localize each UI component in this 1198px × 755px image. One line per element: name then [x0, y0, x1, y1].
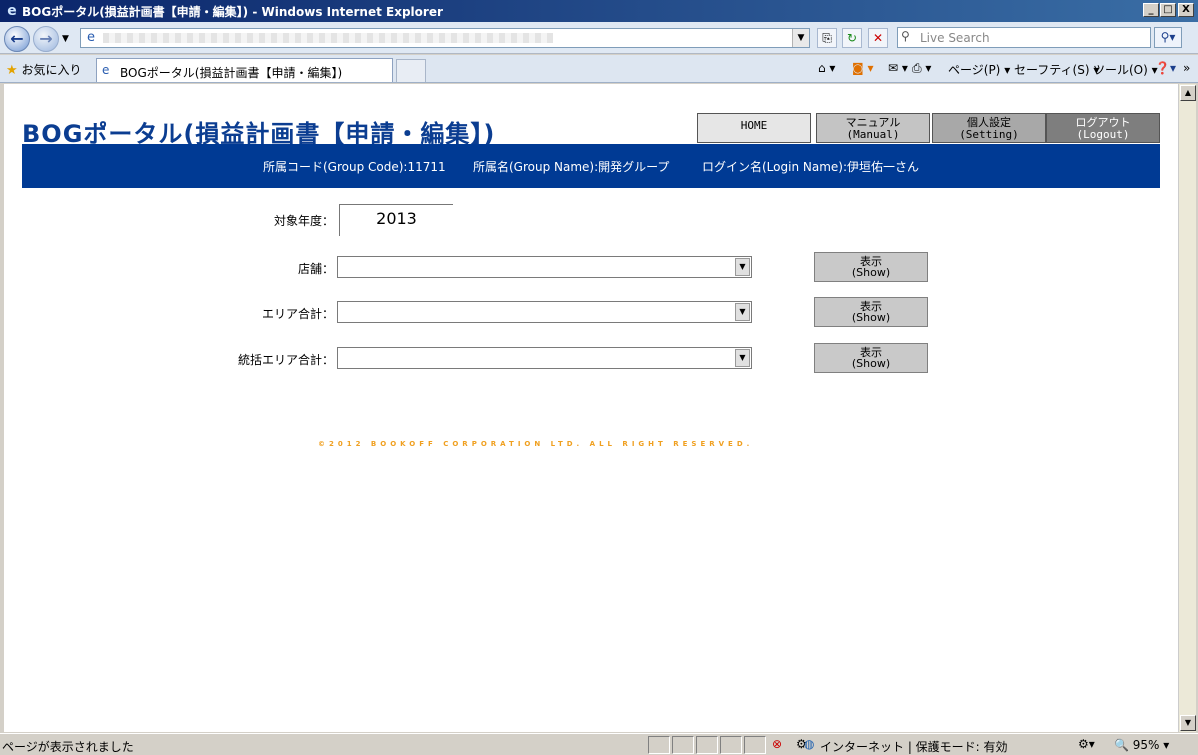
group-name: 所属名(Group Name):開発グループ	[473, 160, 670, 174]
ie-logo-icon: e	[7, 3, 17, 19]
nav-logout-button[interactable]: ログアウト (Logout)	[1046, 113, 1160, 143]
close-button[interactable]: X	[1178, 3, 1194, 17]
zoom-value: 95%	[1132, 738, 1160, 752]
address-dropdown-icon[interactable]: ▼	[792, 29, 809, 47]
year-label: 対象年度：	[273, 214, 334, 228]
stop-icon[interactable]: ✕	[868, 28, 888, 48]
minimize-button[interactable]: _	[1143, 3, 1159, 17]
back-button[interactable]: ←	[4, 26, 30, 52]
maximize-button[interactable]: □	[1160, 3, 1176, 17]
favorites-label: お気に入り	[21, 63, 82, 77]
group-code: 所属コード(Group Code):11711	[263, 160, 446, 174]
region-total-show-button[interactable]: 表示 (Show)	[814, 343, 928, 373]
page-icon: e	[87, 30, 95, 45]
mail-icon[interactable]: ✉ ▾	[888, 61, 908, 75]
store-show-button[interactable]: 表示 (Show)	[814, 252, 928, 282]
favorites-button[interactable]: ★ お気に入り	[6, 61, 82, 78]
nav-logout-sub: (Logout)	[1076, 128, 1130, 141]
address-bar[interactable]: e ▼	[80, 28, 810, 48]
year-value: 2013	[339, 204, 453, 236]
area-total-show-button[interactable]: 表示 (Show)	[814, 297, 928, 327]
status-cell	[648, 736, 670, 754]
title-bar: e BOGポータル(損益計画書【申請・編集】) - Windows Intern…	[0, 0, 1198, 22]
favorites-bar: ★ お気に入り e BOGポータル(損益計画書【申請・編集】) ⌂ ▾ ◙ ▾ …	[0, 55, 1198, 83]
nav-home-button[interactable]: HOME	[697, 113, 811, 143]
internet-globe-icon: ◍	[804, 737, 815, 751]
help-icon[interactable]: ❓▾	[1155, 61, 1176, 75]
status-cell	[720, 736, 742, 754]
tools-menu[interactable]: ツール(O) ▾	[1093, 61, 1158, 78]
vertical-scrollbar[interactable]: ▲ ▼	[1178, 84, 1196, 732]
safety-menu-label: セーフティ(S)	[1014, 63, 1090, 77]
nav-manual-sub: (Manual)	[846, 128, 900, 141]
region-total-show-sub: (Show)	[851, 357, 891, 370]
chevron-down-icon[interactable]: ▼	[735, 258, 750, 276]
status-bar: ページが表示されました ⊗ ⚙ ◍ インターネット | 保護モード: 有効 ⚙▾…	[0, 733, 1198, 755]
window-title: BOGポータル(損益計画書【申請・編集】) - Windows Internet…	[22, 5, 443, 19]
home-icon[interactable]: ⌂ ▾	[818, 61, 835, 75]
safety-menu[interactable]: セーフティ(S) ▾	[1014, 61, 1099, 78]
nav-setting-button[interactable]: 個人設定 (Setting)	[932, 113, 1046, 143]
search-input[interactable]: ⚲ Live Search	[897, 27, 1151, 48]
store-select[interactable]: ▼	[337, 256, 752, 278]
page-content: BOGポータル(損益計画書【申請・編集】) HOME マニュアル (Manual…	[4, 84, 1178, 732]
nav-setting-sub: (Setting)	[959, 128, 1019, 141]
feeds-icon[interactable]: ◙ ▾	[852, 61, 873, 75]
search-button[interactable]: ⚲▾	[1154, 27, 1182, 48]
area-total-show-sub: (Show)	[851, 311, 891, 324]
page-menu[interactable]: ページ(P) ▾	[948, 61, 1010, 78]
nav-manual-button[interactable]: マニュアル (Manual)	[816, 113, 930, 143]
refresh-icon[interactable]: ↻	[842, 28, 862, 48]
login-name: ログイン名(Login Name):伊垣佑一さん	[702, 160, 919, 174]
nav-home-label: HOME	[740, 119, 768, 132]
star-icon: ★	[6, 63, 18, 78]
chevron-down-icon[interactable]: ▼	[735, 349, 750, 367]
tab-title: BOGポータル(損益計画書【申請・編集】)	[120, 66, 343, 80]
search-icon: ⚲	[901, 29, 910, 43]
overflow-chevron-icon[interactable]: »	[1183, 61, 1190, 75]
status-cell	[696, 736, 718, 754]
page-menu-label: ページ(P)	[948, 63, 1001, 77]
history-dropdown-icon[interactable]: ▼	[62, 34, 69, 44]
region-total-label: 統括エリア合計：	[237, 353, 334, 367]
status-text: ページが表示されました	[2, 740, 134, 754]
status-cell	[744, 736, 766, 754]
region-total-select[interactable]: ▼	[337, 347, 752, 369]
tools-menu-label: ツール(O)	[1093, 63, 1148, 77]
new-tab-button[interactable]	[396, 59, 426, 82]
compatibility-icon[interactable]: ⎘	[817, 28, 837, 48]
zoom-level[interactable]: 🔍 95% ▾	[1114, 738, 1169, 752]
forward-button[interactable]: →	[33, 26, 59, 52]
scroll-down-icon[interactable]: ▼	[1180, 715, 1196, 731]
tab-ie-icon: e	[102, 63, 110, 77]
address-url-redacted	[103, 33, 553, 43]
print-icon[interactable]: ⎙ ▾	[912, 61, 931, 76]
browser-tab[interactable]: e BOGポータル(損益計画書【申請・編集】)	[96, 58, 393, 82]
chevron-down-icon[interactable]: ▼	[735, 303, 750, 321]
user-info-banner: 所属コード(Group Code):11711 所属名(Group Name):…	[22, 144, 1160, 188]
store-label: 店舗：	[297, 262, 334, 276]
copyright: ©2012 BOOKOFF CORPORATION LTD. ALL RIGHT…	[318, 440, 754, 448]
address-toolbar: ← → ▼ e ▼ ⎘ ↻ ✕ ⚲ Live Search ⚲▾	[0, 22, 1198, 54]
search-placeholder: Live Search	[920, 31, 990, 45]
zone-settings-icon[interactable]: ⚙▾	[1078, 737, 1095, 751]
store-show-sub: (Show)	[851, 266, 891, 279]
popup-blocked-icon[interactable]: ⊗	[772, 737, 782, 751]
security-zone[interactable]: インターネット | 保護モード: 有効	[820, 738, 1008, 755]
area-total-select[interactable]: ▼	[337, 301, 752, 323]
scroll-up-icon[interactable]: ▲	[1180, 85, 1196, 101]
area-total-label: エリア合計：	[261, 307, 334, 321]
status-cell	[672, 736, 694, 754]
